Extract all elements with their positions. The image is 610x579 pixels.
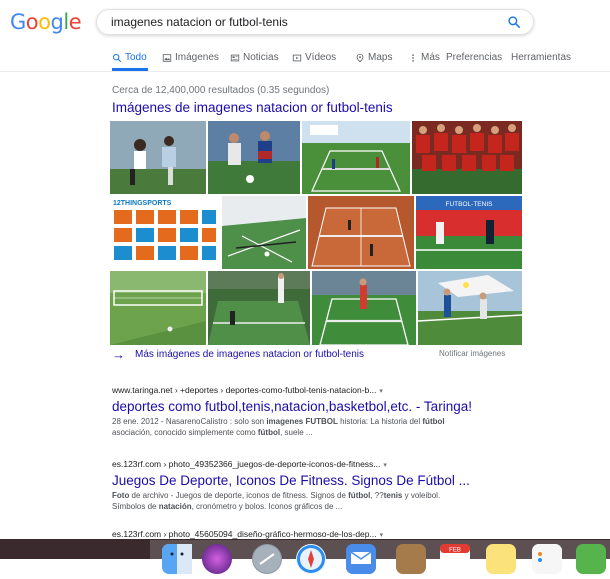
result-url-text: www.taringa.net › +deportes › deportes-c…: [112, 385, 377, 395]
image-thumbnail[interactable]: 12THINGSPORTS: [110, 196, 220, 269]
snippet-text: historia: La historia del: [337, 417, 423, 426]
logo-letter: o: [38, 10, 51, 34]
siri-icon[interactable]: [202, 544, 232, 574]
logo-letter: g: [50, 10, 64, 34]
search-icon: [112, 53, 122, 62]
tab-maps[interactable]: Maps: [355, 52, 392, 63]
map-pin-icon: [356, 53, 364, 62]
result-url[interactable]: es.123rf.com › photo_49352366_juegos-de-…: [112, 459, 522, 469]
result-stats: Cerca de 12,400,000 resultados (0.35 seg…: [112, 85, 330, 96]
image-thumbnail[interactable]: [302, 121, 410, 194]
dropdown-arrow-icon[interactable]: ▾: [379, 388, 383, 395]
logo-letter: o: [25, 10, 39, 34]
tab-label: Noticias: [243, 52, 279, 63]
safari-icon[interactable]: [296, 544, 326, 574]
search-result: es.123rf.com › photo_45605094_diseño-grá…: [112, 529, 522, 539]
news-icon: [230, 54, 240, 61]
snippet-text: y voleibol.: [402, 491, 441, 500]
result-title[interactable]: deportes como futbol,tenis,natacion,bask…: [112, 399, 522, 414]
image-thumbnail[interactable]: [208, 121, 300, 194]
snippet-bold: imagenes FUTBOL: [266, 417, 338, 426]
maps-icon[interactable]: [576, 544, 606, 574]
launchpad-icon[interactable]: [252, 544, 282, 574]
contacts-icon[interactable]: [396, 544, 426, 574]
image-thumbnail[interactable]: [308, 196, 414, 269]
image-thumbnail[interactable]: [312, 271, 416, 345]
image-thumbnail[interactable]: [110, 271, 206, 345]
arrow-right-icon: →: [112, 347, 125, 362]
dock: FEB: [0, 539, 610, 574]
tab-label: Más: [421, 52, 440, 63]
tab-imagenes[interactable]: Imágenes: [162, 52, 219, 63]
tab-label: Maps: [368, 52, 393, 63]
search-result: es.123rf.com › photo_49352366_juegos-de-…: [112, 459, 522, 512]
tab-label: Herramientas: [511, 52, 572, 63]
search-result: www.taringa.net › +deportes › deportes-c…: [112, 385, 522, 438]
more-images-link[interactable]: → Más imágenes de imagenes natacion or f…: [112, 347, 364, 362]
result-url[interactable]: www.taringa.net › +deportes › deportes-c…: [112, 385, 522, 395]
more-images-label: Más imágenes de imagenes natacion or fut…: [135, 349, 365, 360]
header-divider: [0, 71, 610, 72]
image-thumbnail[interactable]: [110, 121, 206, 194]
snippet-bold: Foto: [112, 491, 130, 500]
image-grid: 12THINGSPORTS FUTBOL-TENIS: [110, 121, 522, 345]
result-url-text: es.123rf.com › photo_49352366_juegos-de-…: [112, 459, 381, 469]
tab-label: Imágenes: [175, 52, 219, 63]
banner-text: FUTBOL-TENIS: [446, 201, 494, 208]
snippet-bold: fútbol: [422, 417, 445, 426]
calendar-icon[interactable]: FEB: [440, 544, 470, 574]
snippet-bold: tenis: [383, 491, 403, 500]
image-thumbnail[interactable]: [222, 196, 306, 269]
report-images-link[interactable]: Notificar imágenes: [439, 349, 505, 358]
logo-letter: e: [68, 10, 82, 34]
search-box[interactable]: imagenes natacion or futbol-tenis: [96, 9, 534, 35]
result-url-text: es.123rf.com › photo_45605094_diseño-grá…: [112, 529, 377, 539]
snippet-text: Símbolos de: [112, 502, 159, 511]
image-pack-heading[interactable]: Imágenes de imagenes natacion or futbol-…: [112, 100, 393, 115]
mail-icon[interactable]: [346, 544, 376, 574]
google-logo[interactable]: Google: [10, 10, 82, 34]
snippet-text: , suele ...: [280, 428, 313, 437]
tab-label: Preferencias: [446, 52, 503, 63]
dropdown-arrow-icon[interactable]: ▾: [380, 532, 384, 539]
snippet-text: , ??: [370, 491, 384, 500]
finder-icon[interactable]: [162, 544, 192, 574]
result-snippet: Foto de archivo - Juegos de deporte, ico…: [112, 490, 522, 512]
result-url[interactable]: es.123rf.com › photo_45605094_diseño-grá…: [112, 529, 522, 539]
snippet-bold: natación: [158, 502, 192, 511]
result-snippet: 28 ene. 2012 - NasarenoCalistro : solo s…: [112, 416, 522, 438]
snippet-text: 28 ene. 2012 - NasarenoCalistro : solo s…: [112, 417, 267, 426]
sticker-text: 12THINGSPORTS: [113, 200, 172, 207]
video-icon: [292, 54, 302, 61]
snippet-bold: fútbol: [257, 428, 281, 437]
logo-letter: G: [10, 10, 26, 34]
result-title[interactable]: Juegos De Deporte, Iconos De Fitness. Si…: [112, 473, 522, 488]
image-icon: [162, 53, 172, 62]
tab-herramientas[interactable]: Herramientas: [511, 52, 571, 63]
more-vert-icon: [412, 53, 414, 62]
dropdown-arrow-icon[interactable]: ▾: [383, 462, 387, 469]
tab-label: Vídeos: [305, 52, 337, 63]
search-icon[interactable]: [507, 15, 521, 29]
snippet-text: , cronómetro y bolos. Iconos gráficos de…: [191, 502, 343, 511]
image-thumbnail[interactable]: [412, 121, 522, 194]
snippet-bold: fútbol: [348, 491, 371, 500]
tab-videos[interactable]: Vídeos: [292, 52, 336, 63]
snippet-text: de archivo - Juegos de deporte, iconos d…: [129, 491, 349, 500]
image-thumbnail[interactable]: [208, 271, 310, 345]
tab-mas[interactable]: Más: [408, 52, 440, 63]
notes-icon[interactable]: [486, 544, 516, 574]
snippet-text: asociación, conocido simplemente como: [112, 428, 258, 437]
image-thumbnail[interactable]: FUTBOL-TENIS: [416, 196, 522, 269]
search-query[interactable]: imagenes natacion or futbol-tenis: [111, 15, 288, 29]
calendar-month: FEB: [449, 548, 461, 554]
tab-preferencias[interactable]: Preferencias: [446, 52, 502, 63]
tab-label: Todo: [125, 52, 147, 63]
tab-todo[interactable]: Todo: [112, 52, 147, 63]
reminders-icon[interactable]: [532, 544, 562, 574]
image-thumbnail[interactable]: [418, 271, 522, 345]
tab-noticias[interactable]: Noticias: [230, 52, 279, 63]
